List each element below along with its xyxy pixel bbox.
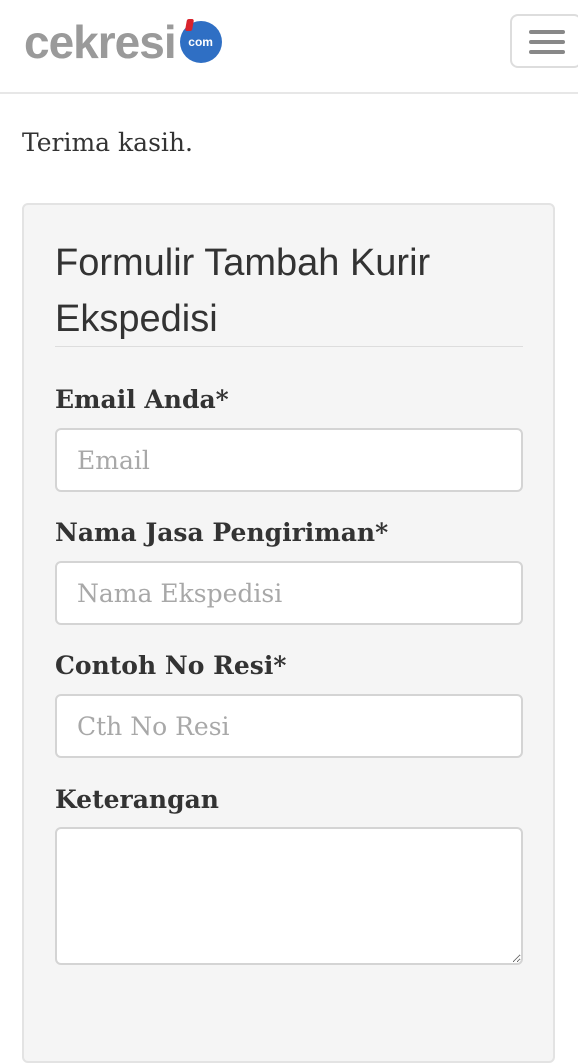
sample-tracking-input[interactable]	[55, 694, 523, 758]
navbar-toggle-button[interactable]	[510, 14, 578, 68]
email-label: Email Anda*	[55, 385, 229, 414]
hamburger-menu-icon	[529, 50, 565, 54]
thank-you-text: Terima kasih.	[22, 128, 193, 157]
notes-label: Keterangan	[55, 785, 219, 814]
title-divider	[55, 346, 523, 347]
form-title: Formulir Tambah Kurir Ekspedisi	[55, 242, 431, 340]
sample-tracking-label: Contoh No Resi*	[55, 651, 287, 680]
courier-name-input[interactable]	[55, 561, 523, 625]
logo-wordmark: cekresi	[24, 16, 177, 68]
notes-textarea[interactable]	[55, 827, 523, 965]
hamburger-menu-icon	[529, 30, 565, 34]
email-input[interactable]	[55, 428, 523, 492]
hamburger-menu-icon	[529, 40, 565, 44]
add-courier-form-panel: Formulir Tambah Kurir Ekspedisi Email An…	[22, 203, 555, 1063]
site-logo[interactable]: cekresi com	[24, 17, 222, 67]
navbar: cekresi com	[0, 0, 578, 94]
courier-name-label: Nama Jasa Pengiriman*	[55, 518, 389, 547]
